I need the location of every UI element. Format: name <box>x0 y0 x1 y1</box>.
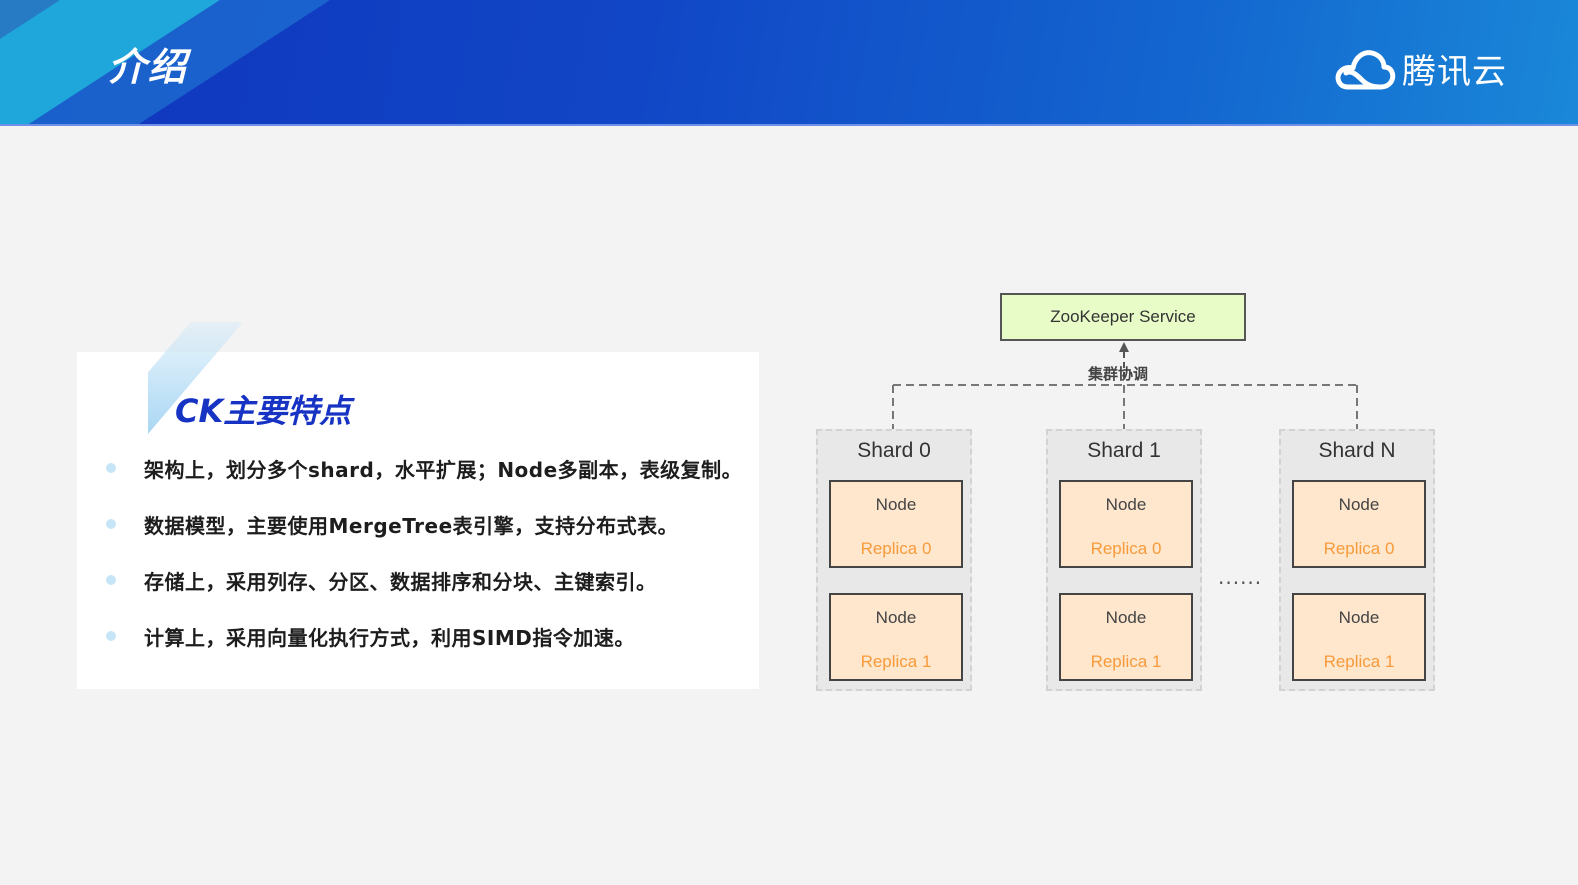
node-box: Node Replica 1 <box>1292 593 1426 681</box>
arrow-up-icon <box>1119 342 1129 352</box>
shard-title: Shard 0 <box>857 439 931 462</box>
replica-label: Replica 0 <box>1323 539 1395 558</box>
node-box: Node Replica 0 <box>1059 480 1193 568</box>
more-shards-ellipsis: ...... <box>1218 565 1263 589</box>
node-label: Node <box>1338 495 1380 514</box>
replica-label: Replica 0 <box>860 539 932 558</box>
architecture-diagram: ZooKeeper Service 集群协调 Shard 0 Node Repl… <box>0 0 1578 885</box>
replica-label: Replica 1 <box>860 652 932 671</box>
replica-label: Replica 0 <box>1090 539 1162 558</box>
shard-box: Shard 1 Node Replica 0 Node Replica 1 <box>1046 429 1202 691</box>
node-label: Node <box>875 608 917 627</box>
coordination-label: 集群协调 <box>1088 365 1149 383</box>
node-box: Node Replica 0 <box>829 480 963 568</box>
node-label: Node <box>1105 608 1147 627</box>
node-label: Node <box>1105 495 1147 514</box>
node-label: Node <box>1338 608 1380 627</box>
shard-box: Shard N Node Replica 0 Node Replica 1 <box>1279 429 1435 691</box>
zookeeper-service-box: ZooKeeper Service <box>1000 293 1246 341</box>
replica-label: Replica 1 <box>1323 652 1395 671</box>
node-box: Node Replica 1 <box>829 593 963 681</box>
shard-title: Shard N <box>1318 439 1396 462</box>
node-box: Node Replica 0 <box>1292 480 1426 568</box>
replica-label: Replica 1 <box>1090 652 1162 671</box>
node-label: Node <box>875 495 917 514</box>
node-box: Node Replica 1 <box>1059 593 1193 681</box>
shard-title: Shard 1 <box>1087 439 1161 462</box>
shard-box: Shard 0 Node Replica 0 Node Replica 1 <box>816 429 972 691</box>
